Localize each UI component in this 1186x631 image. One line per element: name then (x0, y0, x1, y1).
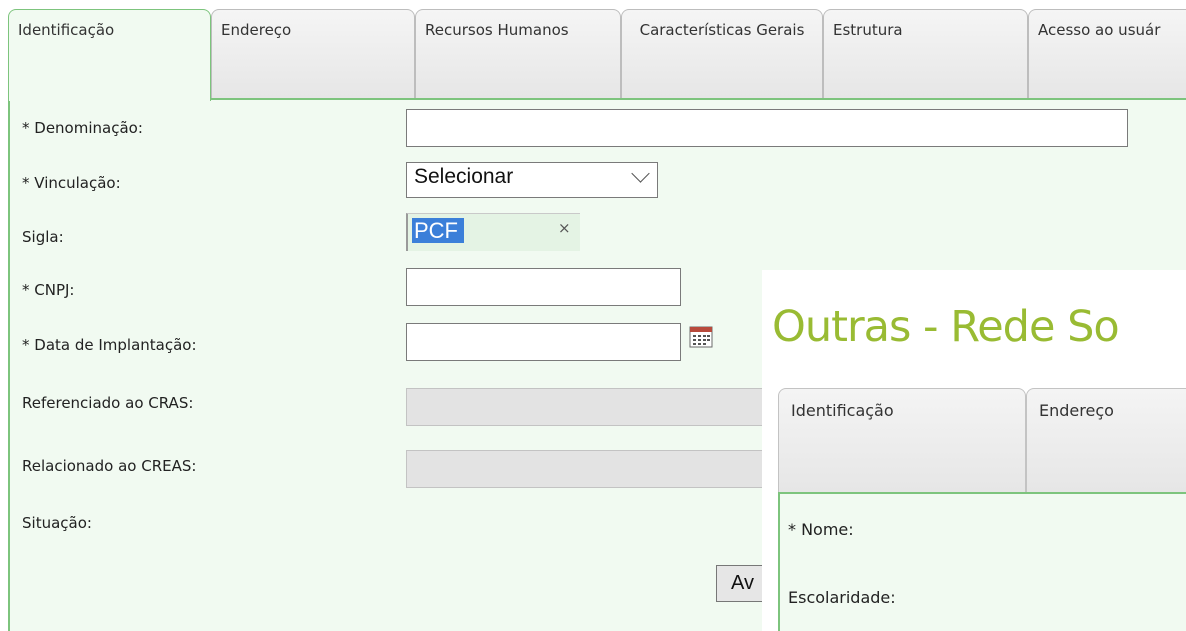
tab-label: Recursos Humanos (425, 21, 569, 39)
close-icon[interactable]: × (558, 219, 571, 237)
tab-label: Endereço (221, 21, 292, 39)
tab-recursos-humanos[interactable]: Recursos Humanos (415, 9, 621, 99)
vinculacao-label: * Vinculação: (22, 174, 121, 192)
overlay-tab-identificacao[interactable]: Identificação (778, 388, 1026, 493)
tab-estrutura[interactable]: Estrutura (823, 9, 1028, 99)
sigla-selected-text: PCF (412, 218, 464, 243)
screen: Identificação Endereço Recursos Humanos … (0, 0, 1186, 631)
button-label: Av (731, 572, 754, 594)
cnpj-label: * CNPJ: (22, 281, 75, 299)
cras-label: Referenciado ao CRAS: (22, 394, 194, 412)
tab-label: Características Gerais (639, 21, 805, 39)
chevron-down-icon (631, 164, 650, 183)
data-implantacao-input[interactable] (406, 323, 681, 361)
vinculacao-select[interactable]: Selecionar (406, 162, 658, 198)
sigla-label: Sigla: (22, 228, 64, 246)
denominacao-label: * Denominação: (22, 119, 143, 137)
tab-caracteristicas-gerais[interactable]: Características Gerais (621, 9, 823, 99)
calendar-icon[interactable] (689, 326, 713, 348)
tab-bar: Identificação Endereço Recursos Humanos … (0, 0, 1186, 101)
tab-label: Estrutura (833, 21, 903, 39)
nome-label: * Nome: (788, 520, 854, 539)
denominacao-input[interactable] (406, 109, 1128, 147)
overlay-page-title: Outras - Rede So (772, 302, 1120, 352)
cras-select (406, 388, 786, 426)
overlay-window: Outras - Rede So Identificação Endereço … (762, 270, 1186, 631)
data-implantacao-label: * Data de Implantação: (22, 336, 197, 354)
escolaridade-label: Escolaridade: (788, 588, 896, 607)
tab-identificacao[interactable]: Identificação (8, 9, 211, 101)
tab-label: Identificação (18, 21, 115, 39)
situacao-label: Situação: (22, 514, 92, 532)
tab-acesso-ao-usuario[interactable]: Acesso ao usuár (1028, 9, 1186, 99)
tab-underline (210, 98, 1186, 100)
tab-label: Identificação (791, 401, 894, 420)
tab-endereco[interactable]: Endereço (211, 9, 415, 99)
vinculacao-selected-value: Selecionar (414, 165, 514, 188)
tab-label: Endereço (1039, 401, 1114, 420)
cnpj-input[interactable] (406, 268, 681, 306)
creas-select (406, 450, 786, 488)
overlay-form-panel (778, 492, 1186, 631)
overlay-tab-endereco[interactable]: Endereço (1026, 388, 1186, 493)
sigla-input[interactable]: PCF × (406, 213, 580, 251)
tab-label: Acesso ao usuár (1038, 21, 1161, 39)
creas-label: Relacionado ao CREAS: (22, 457, 197, 475)
